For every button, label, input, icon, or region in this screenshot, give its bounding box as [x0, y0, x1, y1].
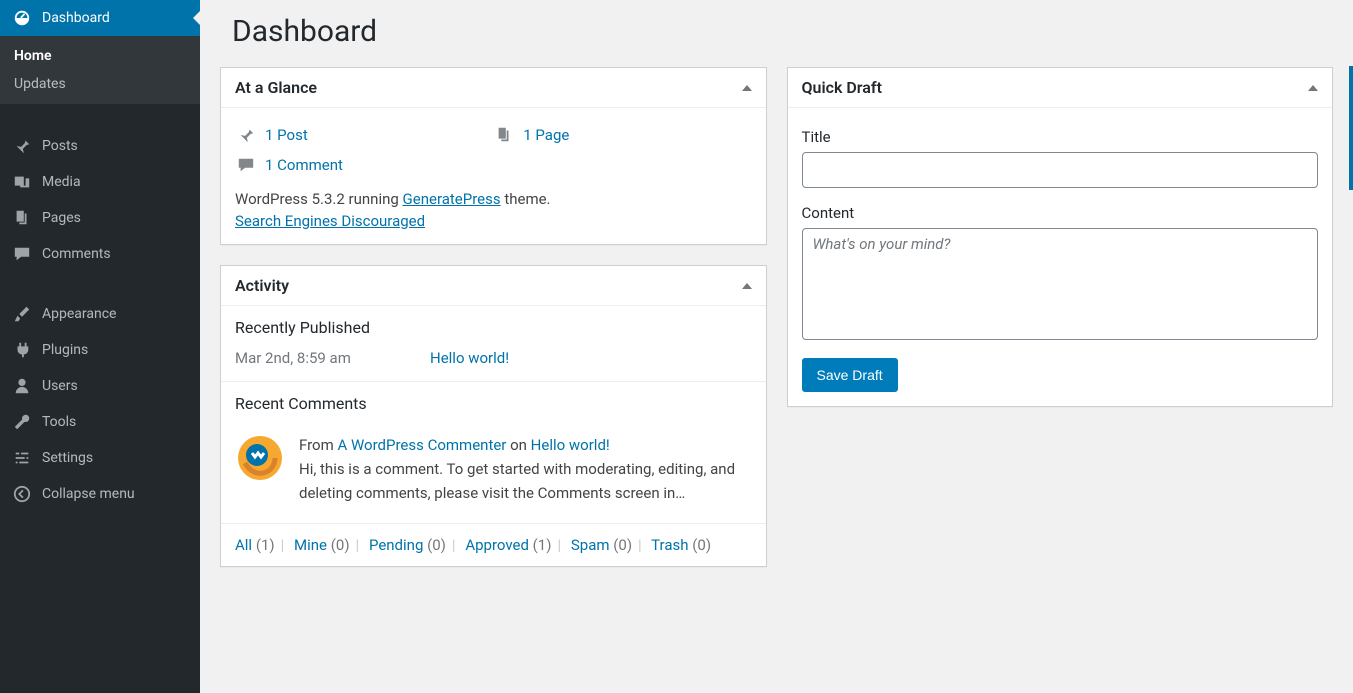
- menu-plugins[interactable]: Plugins: [0, 332, 200, 368]
- glance-posts-link[interactable]: 1 Post: [265, 126, 308, 144]
- quick-draft-widget: Quick Draft Title Content Save Draft: [787, 67, 1334, 407]
- sliders-icon: [12, 448, 32, 468]
- glance-posts[interactable]: 1 Post: [235, 120, 493, 150]
- menu-media-label: Media: [42, 174, 81, 190]
- avatar: [235, 433, 285, 483]
- filter-mine[interactable]: Mine: [294, 536, 327, 554]
- collapse-menu-label: Collapse menu: [42, 486, 135, 502]
- admin-sidebar: Dashboard Home Updates Posts Media Pages…: [0, 0, 200, 693]
- filter-spam[interactable]: Spam: [571, 536, 610, 554]
- content-label: Content: [802, 204, 1319, 222]
- pages-icon: [12, 208, 32, 228]
- menu-users-label: Users: [42, 378, 78, 394]
- quick-draft-title: Quick Draft: [802, 78, 882, 97]
- pin-icon: [235, 126, 257, 144]
- menu-comments[interactable]: Comments: [0, 236, 200, 272]
- at-a-glance-widget: At a Glance 1 Post: [220, 67, 767, 245]
- comment-author-link[interactable]: A WordPress Commenter: [337, 436, 506, 454]
- menu-tools-label: Tools: [42, 414, 76, 430]
- menu-settings-label: Settings: [42, 450, 93, 466]
- main-content: Dashboard At a Glance 1 Post: [200, 0, 1353, 693]
- published-item: Mar 2nd, 8:59 am Hello world!: [221, 345, 766, 381]
- menu-users[interactable]: Users: [0, 368, 200, 404]
- plug-icon: [12, 340, 32, 360]
- glance-pages-link[interactable]: 1 Page: [523, 126, 569, 144]
- submenu-updates[interactable]: Updates: [0, 70, 200, 98]
- comment-post-link[interactable]: Hello world!: [531, 436, 610, 454]
- comment-icon: [235, 156, 257, 174]
- activity-widget: Activity Recently Published Mar 2nd, 8:5…: [220, 265, 767, 567]
- menu-appearance-label: Appearance: [42, 306, 116, 322]
- filter-all[interactable]: All: [235, 536, 252, 554]
- toggle-panel-icon[interactable]: [742, 85, 752, 91]
- menu-separator: [0, 110, 200, 122]
- activity-title: Activity: [235, 276, 289, 295]
- glance-comments-link[interactable]: 1 Comment: [265, 156, 343, 174]
- brush-icon: [12, 304, 32, 324]
- comment-excerpt: Hi, this is a comment. To get started wi…: [299, 457, 752, 505]
- submenu-home[interactable]: Home: [0, 42, 200, 70]
- at-a-glance-title: At a Glance: [235, 78, 317, 97]
- theme-link[interactable]: GeneratePress: [403, 190, 501, 208]
- published-date: Mar 2nd, 8:59 am: [235, 349, 430, 367]
- menu-pages-label: Pages: [42, 210, 81, 226]
- menu-plugins-label: Plugins: [42, 342, 88, 358]
- menu-comments-label: Comments: [42, 246, 111, 262]
- recent-comment: From A WordPress Commenter on Hello worl…: [221, 421, 766, 523]
- pages-icon: [493, 126, 515, 144]
- menu-settings[interactable]: Settings: [0, 440, 200, 476]
- draft-title-input[interactable]: [802, 152, 1319, 188]
- gauge-icon: [12, 8, 32, 28]
- collapse-menu[interactable]: Collapse menu: [0, 476, 200, 512]
- menu-dashboard[interactable]: Dashboard: [0, 0, 200, 36]
- recent-comments-heading: Recent Comments: [221, 382, 766, 421]
- filter-pending[interactable]: Pending: [369, 536, 423, 554]
- menu-pages[interactable]: Pages: [0, 200, 200, 236]
- draft-content-input[interactable]: [802, 228, 1319, 340]
- menu-appearance[interactable]: Appearance: [0, 296, 200, 332]
- toggle-panel-icon[interactable]: [742, 283, 752, 289]
- wrench-icon: [12, 412, 32, 432]
- title-label: Title: [802, 128, 1319, 146]
- recently-published-heading: Recently Published: [221, 306, 766, 345]
- menu-media[interactable]: Media: [0, 164, 200, 200]
- glance-comments[interactable]: 1 Comment: [235, 150, 493, 180]
- comment-icon: [12, 244, 32, 264]
- pin-icon: [12, 136, 32, 156]
- media-icon: [12, 172, 32, 192]
- user-icon: [12, 376, 32, 396]
- page-title: Dashboard: [220, 0, 1333, 67]
- glance-pages[interactable]: 1 Page: [493, 120, 751, 150]
- submenu-dashboard: Home Updates: [0, 36, 200, 104]
- wordpress-version: WordPress 5.3.2 running GeneratePress th…: [235, 190, 752, 208]
- menu-dashboard-label: Dashboard: [42, 10, 110, 26]
- filter-approved[interactable]: Approved: [465, 536, 529, 554]
- save-draft-button[interactable]: Save Draft: [802, 358, 898, 392]
- filter-trash[interactable]: Trash: [651, 536, 688, 554]
- menu-posts-label: Posts: [42, 138, 78, 154]
- comment-meta: From A WordPress Commenter on Hello worl…: [299, 433, 752, 457]
- menu-posts[interactable]: Posts: [0, 128, 200, 164]
- search-engines-discouraged-link[interactable]: Search Engines Discouraged: [235, 212, 425, 230]
- right-edge-accent: [1349, 66, 1353, 190]
- menu-tools[interactable]: Tools: [0, 404, 200, 440]
- menu-separator: [0, 278, 200, 290]
- published-post-link[interactable]: Hello world!: [430, 349, 509, 367]
- collapse-icon: [12, 484, 32, 504]
- toggle-panel-icon[interactable]: [1308, 85, 1318, 91]
- comment-filters: All (1)| Mine (0)| Pending (0)| Approved…: [221, 523, 766, 566]
